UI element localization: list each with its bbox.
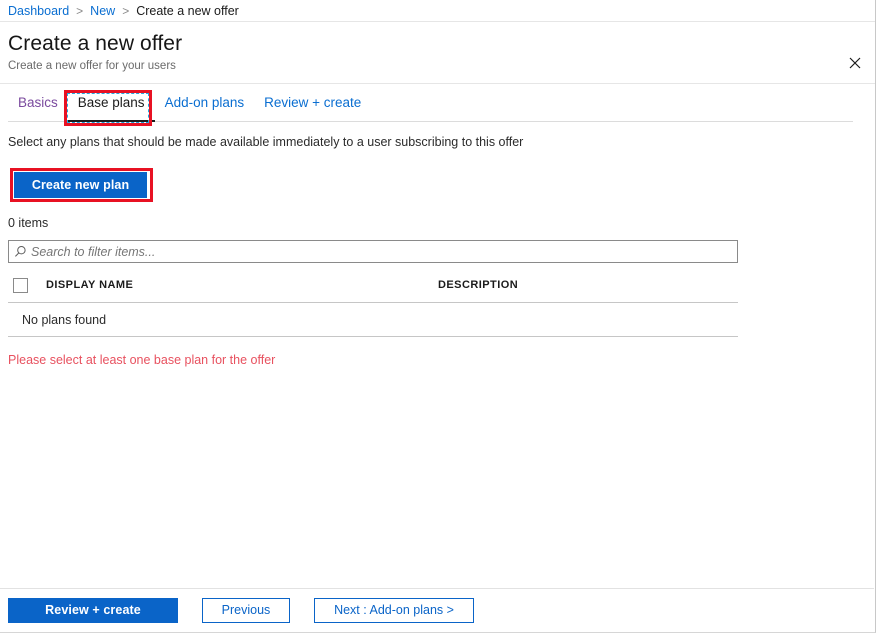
tab-bar: Basics Base plans Add-on plans Review + … [0,84,875,122]
search-box[interactable] [8,240,738,263]
next-add-on-plans-button[interactable]: Next : Add-on plans > [314,598,474,623]
close-icon [849,57,861,69]
close-button[interactable] [841,49,869,77]
breadcrumb-item-current: Create a new offer [136,4,239,18]
previous-button[interactable]: Previous [202,598,290,623]
panel-content: Select any plans that should be made ava… [0,134,875,368]
items-count-label: 0 items [8,216,875,230]
select-all-checkbox[interactable] [13,278,28,293]
create-new-plan-button[interactable]: Create new plan [14,172,147,198]
create-offer-panel: Dashboard > New > Create a new offer Cre… [0,0,876,633]
column-header-display-name: DISPLAY NAME [46,279,133,291]
validation-error-message: Please select at least one base plan for… [8,352,875,368]
search-icon [9,245,31,258]
tab-basics[interactable]: Basics [8,84,68,120]
create-plan-area: Create new plan [8,168,153,202]
tab-review-create[interactable]: Review + create [254,84,371,120]
breadcrumb-item-new[interactable]: New [90,4,115,18]
tab-base-plans[interactable]: Base plans [68,84,155,122]
tab-add-on-plans[interactable]: Add-on plans [155,84,255,120]
panel-header: Create a new offer Create a new offer fo… [0,22,875,84]
empty-state-row: No plans found [8,303,738,337]
page-subtitle: Create a new offer for your users [8,59,875,73]
instruction-text: Select any plans that should be made ava… [8,134,875,150]
page-title: Create a new offer [8,31,875,56]
plans-table: DISPLAY NAME DESCRIPTION No plans found [8,274,738,337]
table-header-row: DISPLAY NAME DESCRIPTION [8,274,738,303]
review-create-button[interactable]: Review + create [8,598,178,623]
column-header-description: DESCRIPTION [438,279,518,291]
breadcrumb-item-dashboard[interactable]: Dashboard [8,4,69,18]
search-input[interactable] [31,242,737,261]
breadcrumb-separator: > [122,4,129,18]
breadcrumb-separator: > [76,4,83,18]
breadcrumb: Dashboard > New > Create a new offer [0,0,875,22]
panel-footer: Review + create Previous Next : Add-on p… [0,588,874,631]
